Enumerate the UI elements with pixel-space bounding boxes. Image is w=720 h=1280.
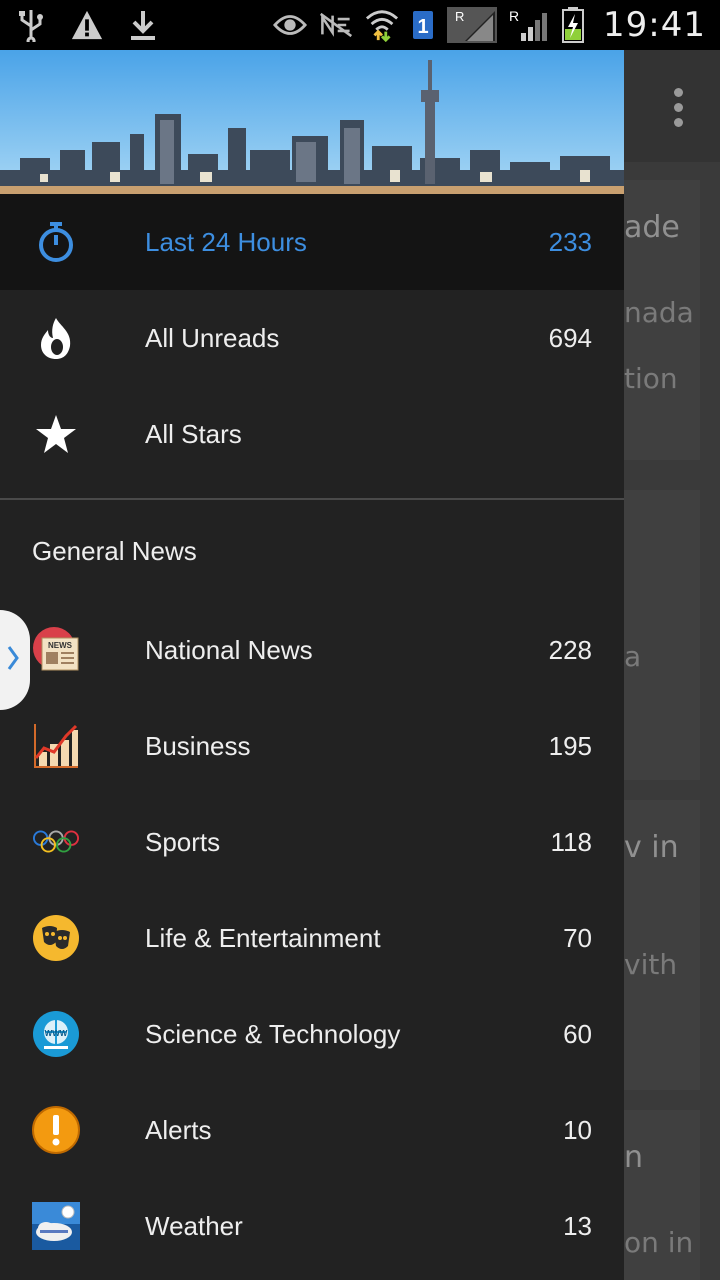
nav-item-label: Sports — [145, 826, 221, 857]
svg-text:R: R — [455, 9, 464, 24]
unread-count: 60 — [563, 1018, 592, 1049]
feed-item-business[interactable]: Business 195 — [0, 698, 624, 794]
nav-item-label: Business — [145, 730, 251, 761]
nav-item-label: All Stars — [145, 418, 242, 449]
svg-text:1: 1 — [417, 16, 428, 38]
nav-item-label: All Unreads — [145, 322, 280, 353]
article-fragment: v in — [624, 830, 679, 865]
unread-count: 233 — [548, 226, 592, 257]
main-content-behind-drawer: ade nada tion a v in vith n on in — [624, 50, 720, 1280]
signal-icon: R — [447, 7, 498, 43]
weather-icon — [32, 1202, 80, 1250]
nav-item-label: Science & Technology — [145, 1018, 401, 1049]
flame-icon — [32, 314, 80, 362]
feed-item-sports[interactable]: Sports 118 — [0, 794, 624, 890]
article-fragment: ade — [624, 210, 680, 245]
overflow-menu-icon[interactable] — [674, 88, 684, 127]
unread-count: 228 — [548, 634, 592, 665]
nav-item-label: Life & Entertainment — [145, 922, 381, 953]
nav-item-label: Alerts — [145, 1114, 212, 1145]
nav-item-all-unreads[interactable]: All Unreads 694 — [0, 290, 624, 386]
olympic-rings-icon — [32, 818, 80, 866]
nav-item-label: Last 24 Hours — [145, 226, 307, 257]
nav-item-label: Weather — [145, 1210, 243, 1241]
unread-count: 13 — [563, 1210, 592, 1241]
toolbar — [624, 50, 720, 162]
theater-masks-icon — [32, 914, 80, 962]
newspaper-icon: NEWS — [32, 626, 80, 674]
unread-count: 10 — [563, 1114, 592, 1145]
eye-icon — [273, 8, 308, 42]
download-icon — [126, 8, 160, 42]
stopwatch-icon — [32, 218, 80, 266]
warning-icon — [70, 8, 104, 42]
unread-count: 118 — [550, 826, 592, 857]
article-fragment: nada — [624, 296, 694, 329]
nav-item-label: National News — [145, 634, 313, 665]
battery-charging-icon — [561, 7, 585, 43]
drawer-handle[interactable] — [0, 610, 30, 710]
feed-item-national-news[interactable]: NEWS National News 228 — [0, 602, 624, 698]
nav-item-all-stars[interactable]: All Stars — [0, 386, 624, 482]
wifi-icon — [365, 8, 399, 42]
article-fragment: a — [624, 640, 642, 673]
chart-icon — [32, 722, 80, 770]
article-fragment: tion — [624, 362, 678, 395]
unread-count: 70 — [563, 922, 592, 953]
alert-icon — [32, 1106, 80, 1154]
article-fragment: n — [624, 1140, 644, 1175]
globe-www-icon: WWW — [32, 1010, 80, 1058]
section-header-general-news: General News — [32, 535, 197, 566]
status-bar: 1 R R 19:41 — [0, 0, 720, 50]
nfc-off-icon — [319, 8, 353, 42]
chevron-right-icon — [6, 644, 20, 676]
feed-item-science-technology[interactable]: WWW Science & Technology 60 — [0, 986, 624, 1082]
signal-icon: R — [509, 8, 549, 42]
svg-text:NEWS: NEWS — [48, 641, 73, 650]
unread-count: 195 — [548, 730, 592, 761]
feed-item-life-entertainment[interactable]: Life & Entertainment 70 — [0, 890, 624, 986]
feed-item-alerts[interactable]: Alerts 10 — [0, 1082, 624, 1178]
svg-text:WWW: WWW — [45, 1029, 68, 1038]
navigation-drawer: Last 24 Hours 233 All Unreads 694 All St… — [0, 50, 624, 1280]
usb-icon — [14, 8, 48, 42]
article-card[interactable] — [624, 490, 700, 780]
sim-icon: 1 — [411, 8, 435, 42]
star-icon — [32, 410, 80, 458]
unread-count: 694 — [548, 322, 592, 353]
article-fragment: vith — [624, 948, 678, 981]
header-image — [0, 50, 624, 194]
nav-item-last-24-hours[interactable]: Last 24 Hours 233 — [0, 194, 624, 290]
feed-item-weather[interactable]: Weather 13 — [0, 1178, 624, 1274]
svg-text:R: R — [509, 8, 519, 24]
article-fragment: on in — [624, 1226, 694, 1259]
clock: 19:41 — [603, 5, 706, 45]
